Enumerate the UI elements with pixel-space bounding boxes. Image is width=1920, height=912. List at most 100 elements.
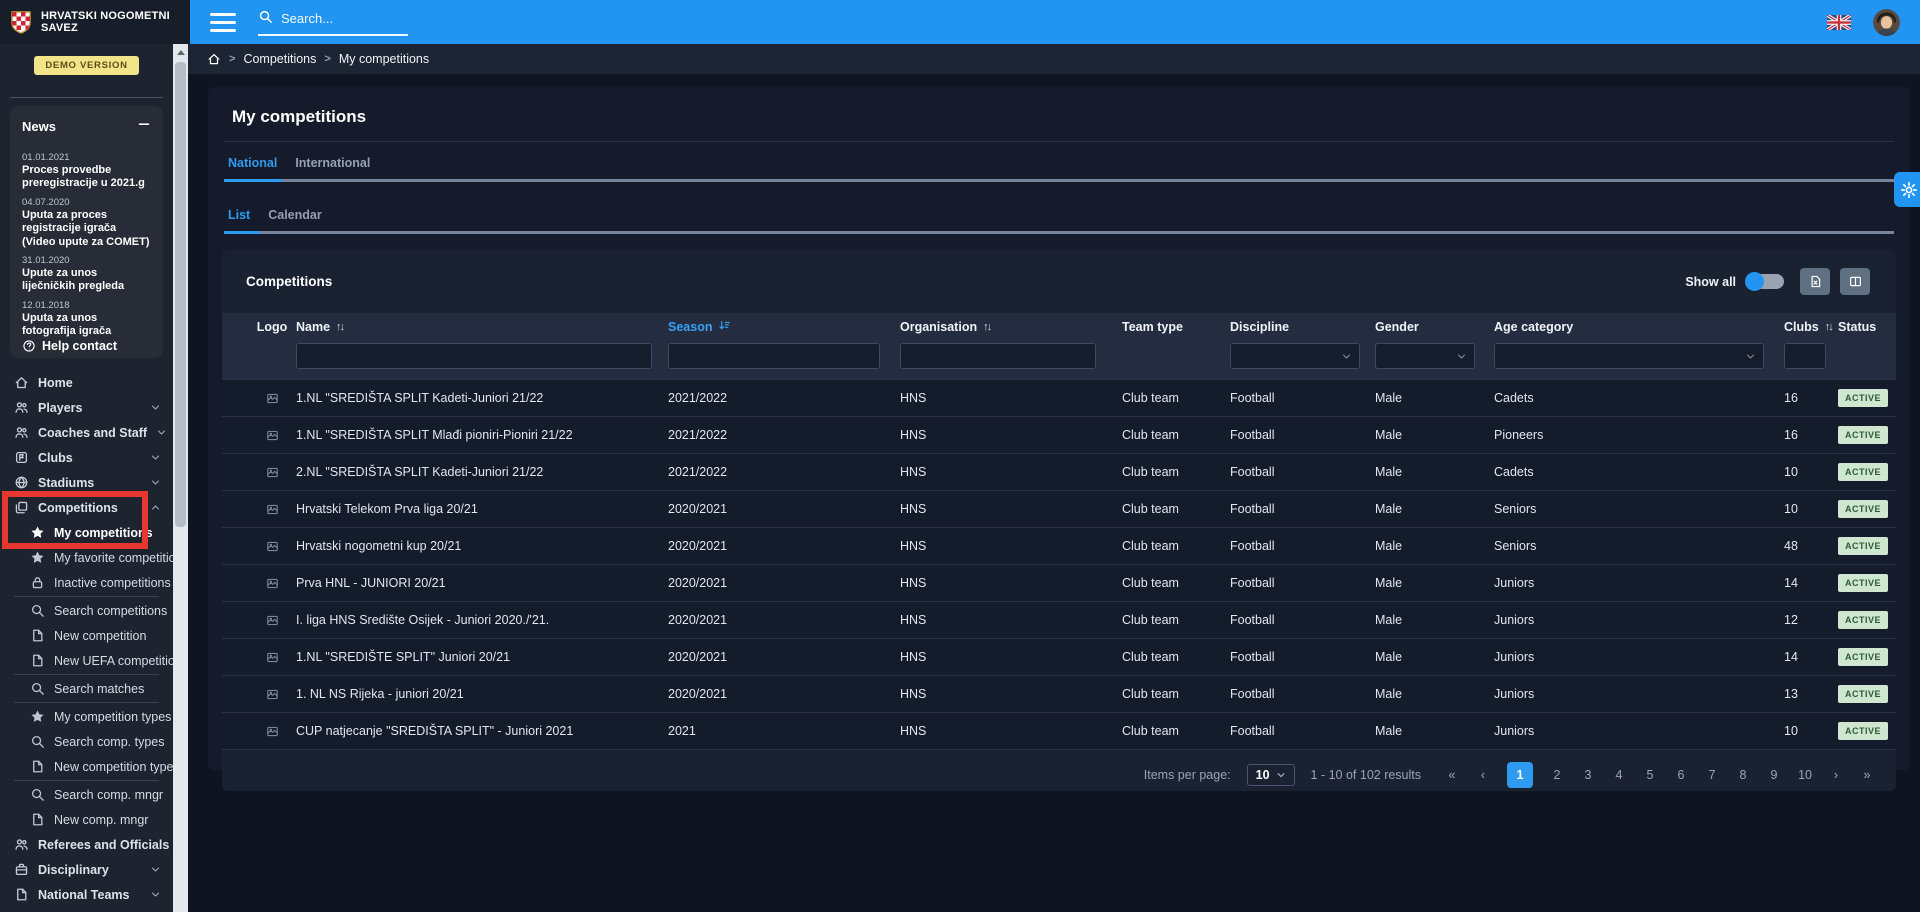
- sidebar-item-disciplinary[interactable]: Disciplinary: [0, 857, 173, 882]
- sidebar-item-new-competition[interactable]: New competition: [0, 623, 173, 648]
- tab-national[interactable]: National: [224, 156, 291, 179]
- export-excel-button[interactable]: [1800, 268, 1830, 295]
- page-10-button[interactable]: 10: [1798, 768, 1812, 782]
- sidebar-item-clubs[interactable]: Clubs: [0, 445, 173, 470]
- page-3-button[interactable]: 3: [1581, 768, 1595, 782]
- sidebar-item-new-uefa-competition[interactable]: New UEFA competition: [0, 648, 173, 673]
- sidebar-item-my-competition-types[interactable]: My competition types: [0, 704, 173, 729]
- page-5-button[interactable]: 5: [1643, 768, 1657, 782]
- sidebar-item-players[interactable]: Players: [0, 395, 173, 420]
- news-item[interactable]: 31.01.2020Upute za unos liječničkih preg…: [22, 255, 151, 294]
- cell-name[interactable]: 2.NL "SREDIŠTA SPLIT Kadeti-Juniori 21/2…: [296, 465, 668, 479]
- cell-name[interactable]: Hrvatski nogometni kup 20/21: [296, 539, 668, 553]
- column-header-name[interactable]: Name↑↓: [296, 320, 668, 334]
- season-filter-input[interactable]: [668, 343, 880, 369]
- news-item[interactable]: 12.01.2018Uputa za unos fotografija igra…: [22, 300, 151, 339]
- sort-icon[interactable]: ↑↓: [1825, 321, 1834, 333]
- sidebar-item-new-competition-type[interactable]: New competition type: [0, 754, 173, 779]
- sort-desc-icon[interactable]: [718, 319, 731, 335]
- cell-name[interactable]: Hrvatski Telekom Prva liga 20/21: [296, 502, 668, 516]
- news-item[interactable]: 01.01.2021Proces provedbe preregistracij…: [22, 152, 151, 191]
- sidebar-item-competitions[interactable]: Competitions: [0, 495, 173, 520]
- items-per-page-select[interactable]: 10: [1247, 764, 1295, 786]
- minimize-icon[interactable]: [137, 117, 151, 136]
- prev-page-button[interactable]: ‹: [1476, 768, 1490, 782]
- sidebar-item-search-comp-types[interactable]: Search comp. types: [0, 729, 173, 754]
- search-input[interactable]: [281, 11, 391, 26]
- column-settings-button[interactable]: [1840, 268, 1870, 295]
- language-flag-icon[interactable]: [1827, 15, 1851, 30]
- page-6-button[interactable]: 6: [1674, 768, 1688, 782]
- table-row[interactable]: 1.NL "SREDIŠTE SPLIT" Juniori 20/212020/…: [222, 638, 1896, 675]
- table-row[interactable]: I. liga HNS Središte Osijek - Juniori 20…: [222, 601, 1896, 638]
- first-page-button[interactable]: «: [1445, 768, 1459, 782]
- clubs-filter-input[interactable]: [1784, 343, 1826, 369]
- breadcrumb-my-competitions[interactable]: My competitions: [339, 52, 429, 66]
- cell-name[interactable]: 1.NL "SREDIŠTA SPLIT Mlađi pioniri-Pioni…: [296, 428, 668, 442]
- sidebar-item-my-favorite-competitions[interactable]: My favorite competitions: [0, 545, 173, 570]
- help-contact-link[interactable]: Help contact: [22, 339, 151, 355]
- sidebar-item-stadiums[interactable]: Stadiums: [0, 470, 173, 495]
- column-header-season[interactable]: Season: [668, 319, 900, 335]
- table-row[interactable]: CUP natjecanje "SREDIŠTA SPLIT" - Junior…: [222, 712, 1896, 749]
- sidebar-item-search-comp-mngr[interactable]: Search comp. mngr: [0, 782, 173, 807]
- gender-filter-select[interactable]: [1375, 343, 1475, 369]
- discipline-filter-select[interactable]: [1230, 343, 1360, 369]
- sidebar-item-referees-and-officials[interactable]: Referees and Officials: [0, 832, 173, 857]
- table-row[interactable]: Prva HNL - JUNIORI 20/212020/2021HNSClub…: [222, 564, 1896, 601]
- page-1-button[interactable]: 1: [1507, 762, 1533, 788]
- tab-list[interactable]: List: [224, 208, 264, 231]
- table-row[interactable]: 1. NL NS Rijeka - juniori 20/212020/2021…: [222, 675, 1896, 712]
- age_category-filter-select[interactable]: [1494, 343, 1764, 369]
- page-4-button[interactable]: 4: [1612, 768, 1626, 782]
- last-page-button[interactable]: »: [1860, 768, 1874, 782]
- page-2-button[interactable]: 2: [1550, 768, 1564, 782]
- global-search[interactable]: [258, 9, 408, 36]
- column-header-organisation[interactable]: Organisation↑↓: [900, 320, 1122, 334]
- sidebar-item-new-comp-mngr[interactable]: New comp. mngr: [0, 807, 173, 832]
- table-row[interactable]: Hrvatski nogometni kup 20/212020/2021HNS…: [222, 527, 1896, 564]
- sidebar-item-inactive-competitions[interactable]: Inactive competitions: [0, 570, 173, 595]
- page-8-button[interactable]: 8: [1736, 768, 1750, 782]
- news-item[interactable]: 04.07.2020Uputa za proces registracije i…: [22, 197, 151, 249]
- sidebar-scrollbar[interactable]: [173, 44, 188, 912]
- chevron-down-icon: [1456, 351, 1467, 362]
- sidebar-item-national-teams[interactable]: National Teams: [0, 882, 173, 907]
- table-row[interactable]: 1.NL "SREDIŠTA SPLIT Kadeti-Juniori 21/2…: [222, 379, 1896, 416]
- settings-flyout-button[interactable]: [1894, 172, 1920, 207]
- home-icon[interactable]: [207, 52, 221, 66]
- org-name: HRVATSKI NOGOMETNI SAVEZ: [41, 10, 190, 34]
- players-icon: [14, 400, 29, 415]
- sidebar-item-coaches-and-staff[interactable]: Coaches and Staff: [0, 420, 173, 445]
- cell-name[interactable]: 1.NL "SREDIŠTE SPLIT" Juniori 20/21: [296, 650, 668, 664]
- scrollbar-up-arrow[interactable]: [173, 44, 188, 60]
- sidebar-item-my-competitions[interactable]: My competitions: [0, 520, 173, 545]
- cell-name[interactable]: 1. NL NS Rijeka - juniori 20/21: [296, 687, 668, 701]
- cell-name[interactable]: CUP natjecanje "SREDIŠTA SPLIT" - Junior…: [296, 724, 668, 738]
- menu-toggle-icon[interactable]: [210, 13, 236, 32]
- organisation-filter-input[interactable]: [900, 343, 1096, 369]
- sort-icon[interactable]: ↑↓: [336, 321, 345, 333]
- tab-international[interactable]: International: [291, 156, 384, 179]
- table-row[interactable]: 2.NL "SREDIŠTA SPLIT Kadeti-Juniori 21/2…: [222, 453, 1896, 490]
- scrollbar-thumb[interactable]: [175, 62, 186, 527]
- breadcrumb-competitions[interactable]: Competitions: [243, 52, 316, 66]
- sidebar-item-search-competitions[interactable]: Search competitions: [0, 598, 173, 623]
- name-filter-input[interactable]: [296, 343, 652, 369]
- cell-name[interactable]: Prva HNL - JUNIORI 20/21: [296, 576, 668, 590]
- table-row[interactable]: Hrvatski Telekom Prva liga 20/212020/202…: [222, 490, 1896, 527]
- next-page-button[interactable]: ›: [1829, 768, 1843, 782]
- sidebar-item-search-matches[interactable]: Search matches: [0, 676, 173, 701]
- user-avatar[interactable]: [1873, 9, 1900, 36]
- cell-name[interactable]: 1.NL "SREDIŠTA SPLIT Kadeti-Juniori 21/2…: [296, 391, 668, 405]
- disciplinary-icon: [14, 862, 29, 877]
- show-all-toggle[interactable]: [1746, 274, 1784, 289]
- sort-icon[interactable]: ↑↓: [983, 321, 992, 333]
- sidebar-item-home[interactable]: Home: [0, 370, 173, 395]
- page-7-button[interactable]: 7: [1705, 768, 1719, 782]
- column-header-clubs[interactable]: Clubs↑↓: [1784, 320, 1838, 334]
- tab-calendar[interactable]: Calendar: [264, 208, 336, 231]
- cell-name[interactable]: I. liga HNS Središte Osijek - Juniori 20…: [296, 613, 668, 627]
- page-9-button[interactable]: 9: [1767, 768, 1781, 782]
- table-row[interactable]: 1.NL "SREDIŠTA SPLIT Mlađi pioniri-Pioni…: [222, 416, 1896, 453]
